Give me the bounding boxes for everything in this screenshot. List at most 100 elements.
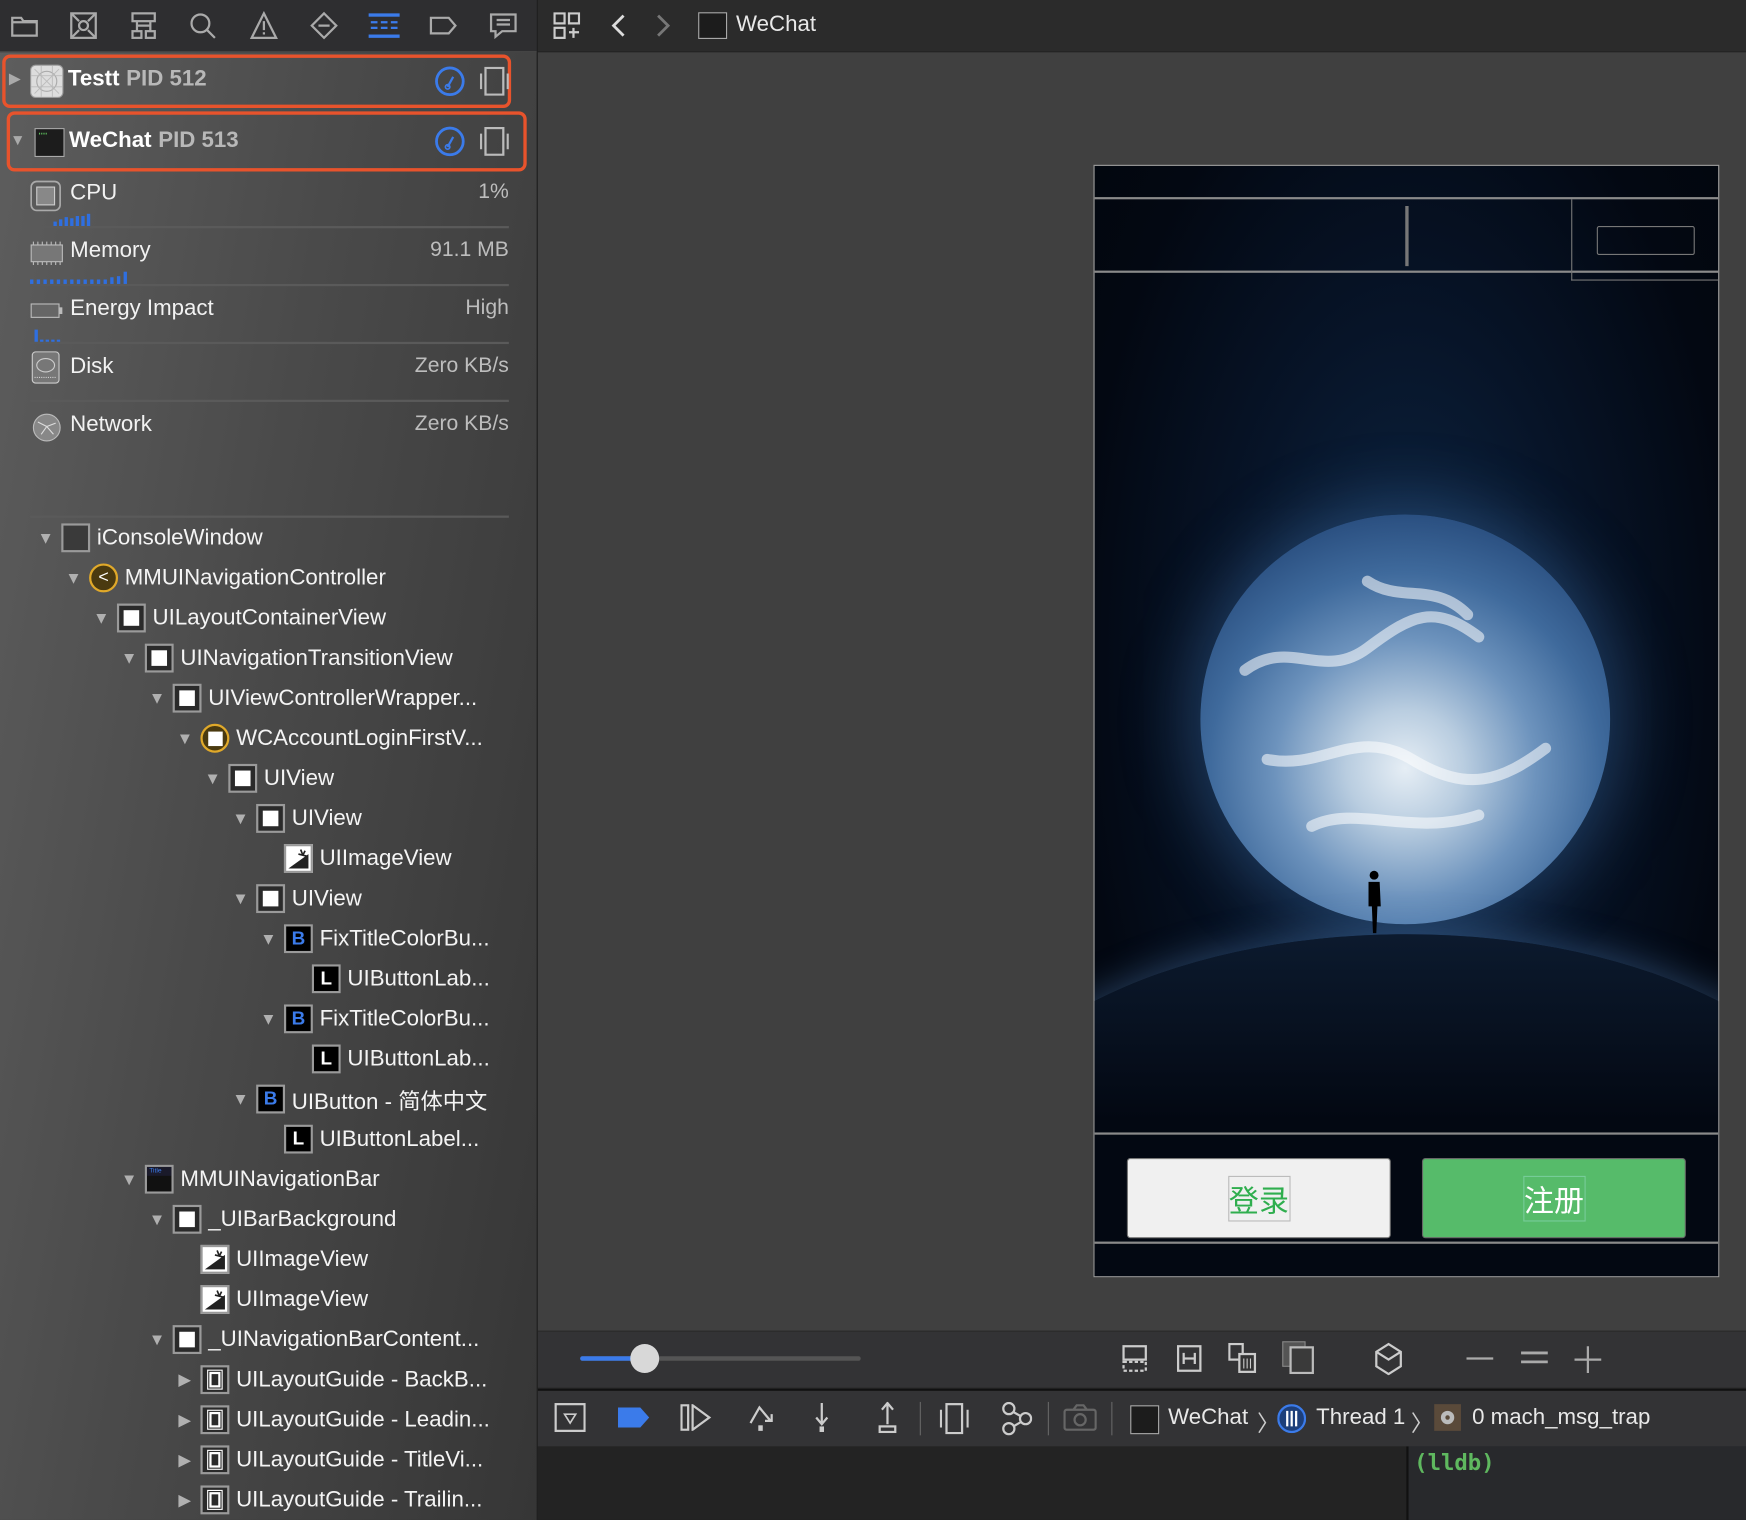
tree-node[interactable]: ▼ < MMUINavigationController <box>61 558 386 598</box>
editor-title[interactable]: WeChat <box>736 12 816 38</box>
adjust-view-mode-icon[interactable] <box>1228 1342 1259 1374</box>
disclosure-expanded-icon[interactable]: ▼ <box>200 769 224 788</box>
gauge-icon[interactable] <box>434 126 465 163</box>
tree-node[interactable]: ▼ B UIButton - 简体中文 <box>228 1079 487 1119</box>
tree-node[interactable]: L UIButtonLab... <box>284 1039 490 1079</box>
search-icon[interactable] <box>186 9 219 42</box>
back-chevron-icon[interactable] <box>607 12 629 39</box>
disclosure-collapsed-icon[interactable]: ▶ <box>173 1450 197 1470</box>
tree-node[interactable]: ▼ UIViewControllerWrapper... <box>145 678 477 718</box>
tree-node[interactable]: UIImageView <box>173 1239 368 1279</box>
memory-graph-icon[interactable] <box>1001 1401 1033 1436</box>
language-button-outline[interactable] <box>1596 226 1695 255</box>
process-row-testt[interactable]: ▶ Testt PID 512 <box>2 54 512 109</box>
disclosure-collapsed-icon[interactable]: ▶ <box>173 1410 197 1430</box>
breadcrumb-thread[interactable]: Thread 1 <box>1316 1405 1405 1431</box>
tree-node[interactable]: ▼ Title MMUINavigationBar <box>117 1159 380 1199</box>
tree-node[interactable]: UIImageView <box>173 1279 368 1319</box>
continue-icon[interactable] <box>680 1404 712 1431</box>
spacing-slider[interactable] <box>580 1344 861 1373</box>
process-row-wechat[interactable]: ▼ WeChat PID 513 <box>6 111 527 172</box>
breakpoint-icon[interactable] <box>426 9 459 42</box>
debug-list-icon[interactable] <box>367 9 400 42</box>
slider-knob[interactable] <box>630 1344 660 1373</box>
hierarchy-icon[interactable] <box>127 9 160 42</box>
console-view[interactable]: (lldb) <box>1408 1446 1746 1520</box>
disclosure-expanded-icon[interactable]: ▼ <box>61 568 85 587</box>
device-icon[interactable] <box>479 66 509 102</box>
gauge-icon[interactable] <box>434 66 465 103</box>
disclosure-expanded-icon[interactable]: ▼ <box>145 1330 169 1349</box>
breadcrumb-frame[interactable]: 0 mach_msg_trap <box>1472 1405 1650 1431</box>
disclosure-expanded-icon[interactable]: ▼ <box>228 889 252 908</box>
tree-node[interactable]: ▼ B FixTitleColorBu... <box>256 999 490 1039</box>
tree-node[interactable]: UIImageView <box>256 838 452 878</box>
tree-node[interactable]: ▼ UINavigationTransitionView <box>117 638 453 678</box>
tree-node[interactable]: ▶ UILayoutGuide - BackB... <box>173 1360 487 1400</box>
tree-node[interactable]: L UIButtonLab... <box>284 959 490 999</box>
show-constraints-icon[interactable] <box>1176 1344 1203 1373</box>
breadcrumb-process[interactable]: WeChat <box>1168 1405 1248 1431</box>
tree-node[interactable]: ▼ UILayoutContainerView <box>89 598 386 638</box>
gauge-memory[interactable]: Memory 91.1 MB <box>30 238 509 296</box>
tree-node[interactable]: ▶ UILayoutGuide - TitleVi... <box>173 1440 483 1480</box>
disclosure-expanded-icon[interactable]: ▼ <box>228 1090 252 1109</box>
gauge-network[interactable]: Network Zero KB/s <box>30 412 509 470</box>
layout-guide-icon <box>200 1405 230 1435</box>
hide-debug-area-icon[interactable] <box>554 1403 586 1432</box>
disclosure-expanded-icon[interactable]: ▼ <box>145 689 169 708</box>
tree-node[interactable]: ▼ B FixTitleColorBu... <box>256 919 490 959</box>
test-diamond-icon[interactable] <box>307 9 340 42</box>
disclosure-expanded-icon[interactable]: ▼ <box>33 528 57 547</box>
disclosure-collapsed-icon[interactable]: ▶ <box>173 1370 197 1390</box>
gauge-value: Zero KB/s <box>414 412 509 436</box>
variables-view[interactable] <box>537 1446 1407 1520</box>
disclosure-collapsed-icon[interactable]: ▶ <box>9 69 21 88</box>
wechat-login-screen[interactable]: 登录 注册 <box>1093 164 1720 1278</box>
tree-node[interactable]: ▼ _UIBarBackground <box>145 1199 396 1239</box>
folder-icon[interactable] <box>8 9 41 42</box>
device-icon[interactable] <box>479 126 509 162</box>
login-button[interactable]: 登录 <box>1126 1158 1391 1239</box>
debug-view-hierarchy-icon[interactable] <box>939 1403 969 1435</box>
gauge-cpu[interactable]: CPU 1% <box>30 180 509 238</box>
gauge-disk[interactable]: Disk Zero KB/s <box>30 351 509 412</box>
disclosure-expanded-icon[interactable]: ▼ <box>10 130 25 148</box>
gauge-energy[interactable]: Energy Impact High <box>30 296 509 354</box>
disclosure-expanded-icon[interactable]: ▼ <box>256 929 280 948</box>
zoom-actual-size-icon[interactable] <box>1520 1350 1549 1366</box>
tree-node[interactable]: ▼ UIView <box>228 798 362 838</box>
disclosure-expanded-icon[interactable]: ▼ <box>145 1210 169 1229</box>
step-out-icon[interactable] <box>876 1401 898 1434</box>
clip-content-icon[interactable] <box>1121 1344 1148 1373</box>
report-icon[interactable] <box>487 9 520 42</box>
disclosure-collapsed-icon[interactable]: ▶ <box>173 1490 197 1510</box>
disclosure-expanded-icon[interactable]: ▼ <box>228 809 252 828</box>
step-into-icon[interactable] <box>813 1402 831 1433</box>
disclosure-expanded-icon[interactable]: ▼ <box>89 609 113 628</box>
orient-3d-icon[interactable] <box>1282 1341 1315 1375</box>
reset-orientation-icon[interactable] <box>1374 1342 1403 1376</box>
tree-node[interactable]: ▼ UIView <box>200 758 334 798</box>
zoom-in-icon[interactable] <box>1573 1345 1602 1374</box>
disclosure-expanded-icon[interactable]: ▼ <box>117 649 141 668</box>
tree-node-label: UIViewControllerWrapper... <box>208 685 478 710</box>
breakpoints-toggle-icon[interactable] <box>617 1406 650 1428</box>
source-control-icon[interactable] <box>67 9 100 42</box>
tree-node[interactable]: ▼ _UINavigationBarContent... <box>145 1320 479 1360</box>
step-over-icon[interactable] <box>747 1403 776 1432</box>
related-items-grid-icon[interactable] <box>552 11 581 40</box>
tree-node[interactable]: ▶ UILayoutGuide - Leadin... <box>173 1400 490 1440</box>
tree-node[interactable]: L UIButtonLabel... <box>256 1119 479 1159</box>
disclosure-expanded-icon[interactable]: ▼ <box>256 1009 280 1028</box>
tree-node[interactable]: ▼ UIView <box>228 879 362 919</box>
disclosure-expanded-icon[interactable]: ▼ <box>117 1170 141 1189</box>
forward-chevron-icon[interactable] <box>653 12 675 39</box>
register-button[interactable]: 注册 <box>1421 1158 1686 1239</box>
tree-node[interactable]: ▼ WCAccountLoginFirstV... <box>173 718 483 758</box>
zoom-out-icon[interactable] <box>1465 1356 1494 1360</box>
tree-node[interactable]: ▼ iConsoleWindow <box>33 518 263 558</box>
disclosure-expanded-icon[interactable]: ▼ <box>173 729 197 748</box>
tree-node[interactable]: ▶ UILayoutGuide - Trailin... <box>173 1480 482 1520</box>
warning-icon[interactable] <box>247 9 280 42</box>
